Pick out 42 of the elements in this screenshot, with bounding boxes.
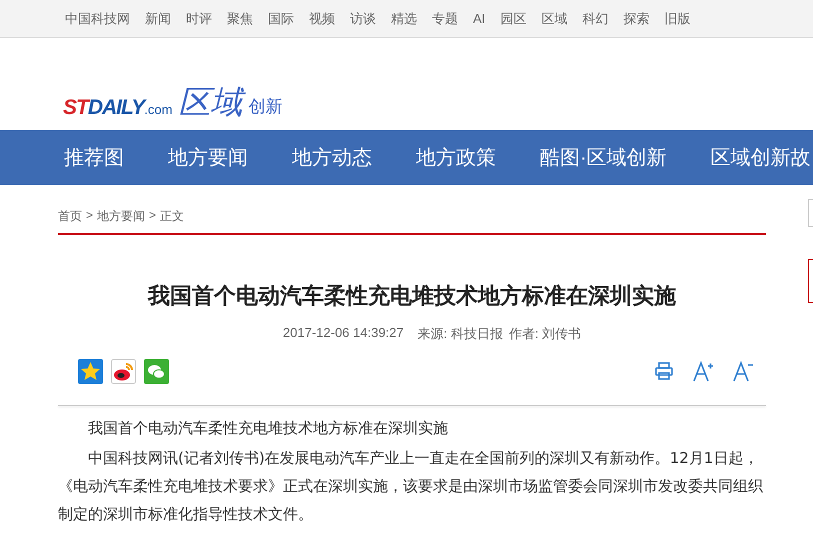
nav-link[interactable]: 地方要闻 [168, 144, 248, 171]
wechat-share-icon[interactable] [144, 358, 169, 384]
breadcrumb-link[interactable]: 地方要闻 [97, 208, 146, 225]
nav-link[interactable]: 地方政策 [416, 144, 496, 171]
article-paragraph: 中国科技网讯(记者刘传书)在发展电动汽车产业上一直走在全国前列的深圳又有新动作。12月1日起，《电动汽车柔性充电堆技术要求》正式在深圳实施，该要求是由深圳市场监管委会同深圳市发改委共同组织制定的深圳市标准化指导性技术文件。 [58, 448, 764, 525]
top-link[interactable]: 精选 [391, 10, 417, 28]
nav-link[interactable]: 酷图·区域创新 [540, 144, 667, 171]
top-link[interactable]: 聚焦 [227, 10, 253, 28]
top-link[interactable]: 新闻 [145, 10, 171, 28]
section-tagline: 创新 [248, 96, 282, 118]
nav-link[interactable]: 地方动态 [292, 144, 372, 171]
top-link[interactable]: 旧版 [664, 10, 690, 28]
logo-suffix: .com [144, 102, 172, 117]
top-link[interactable]: 专题 [432, 10, 458, 28]
publish-date: 2017-12-06 14:39:27 [282, 325, 404, 342]
print-icon[interactable] [654, 361, 674, 381]
top-link[interactable]: 视频 [309, 10, 335, 28]
logo-text: DAILY [88, 96, 144, 120]
nav-link[interactable]: 推荐图 [64, 144, 124, 171]
top-link[interactable]: 区域 [541, 10, 568, 28]
top-link[interactable]: 访谈 [350, 10, 376, 28]
top-link[interactable]: 探索 [623, 10, 650, 28]
article-title: 我国首个电动汽车柔性充电堆技术地方标准在深圳实施 [146, 282, 677, 310]
breadcrumb-link[interactable]: 正文 [160, 208, 184, 225]
top-link[interactable]: 园区 [500, 10, 526, 28]
top-link[interactable]: 科幻 [582, 10, 608, 28]
top-link[interactable]: 时评 [186, 10, 212, 28]
logo-text: ST [63, 96, 88, 120]
font-decrease-icon[interactable] [732, 360, 754, 382]
star-share-icon[interactable] [78, 358, 103, 384]
article-source: 来源: 科技日报 [418, 325, 503, 343]
top-link[interactable]: 国际 [268, 10, 294, 28]
breadcrumb-link[interactable]: 首页 [58, 208, 82, 225]
article-paragraph: 我国首个电动汽车柔性充电堆技术地方标准在深圳实施 [87, 418, 449, 439]
top-link[interactable]: AI [473, 11, 486, 26]
font-increase-icon[interactable] [692, 360, 714, 382]
breadcrumb-separator: > [149, 208, 156, 222]
breadcrumb-separator: > [86, 208, 94, 222]
top-link[interactable]: 中国科技网 [65, 10, 130, 28]
weibo-share-icon[interactable] [111, 358, 136, 384]
nav-link[interactable]: 区域创新故 [710, 144, 811, 171]
article-author: 作者: 刘传书 [508, 325, 582, 343]
